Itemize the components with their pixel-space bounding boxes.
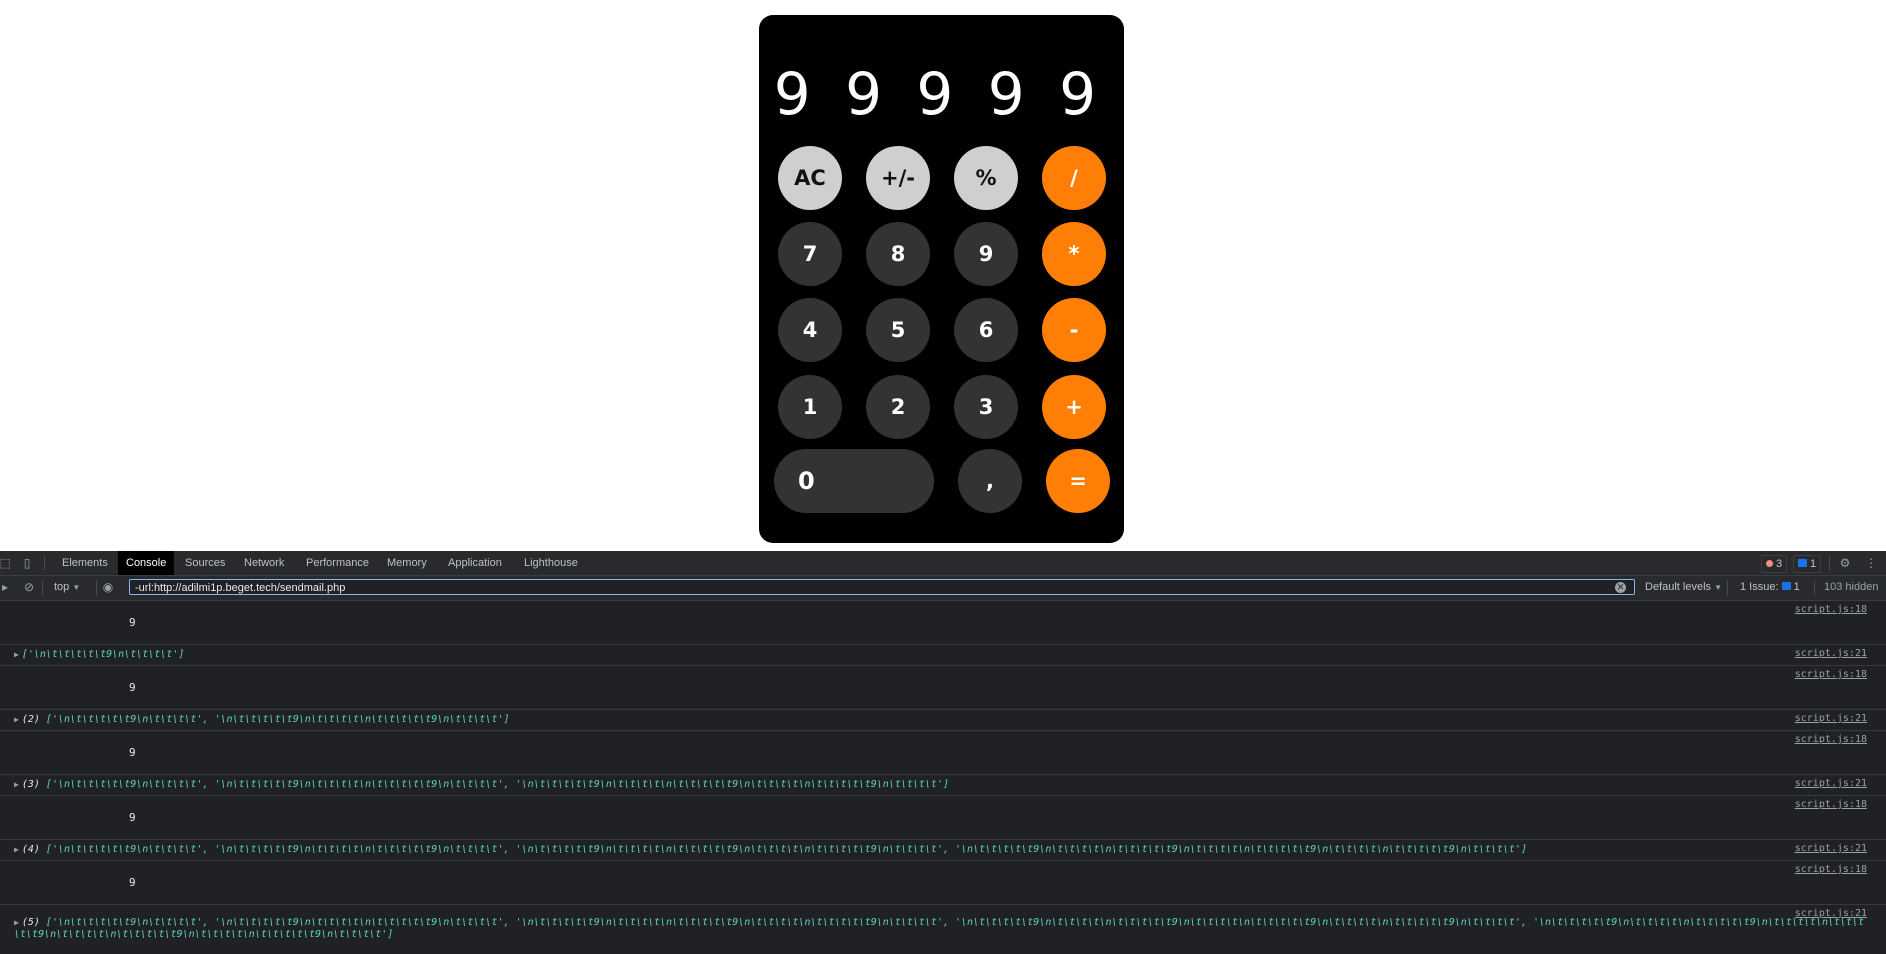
log-entry: 9 script.js:18 bbox=[0, 666, 1886, 710]
ac-button[interactable]: AC bbox=[778, 146, 842, 210]
subtract-button[interactable]: - bbox=[1042, 298, 1106, 362]
tab-performance[interactable]: Performance bbox=[298, 551, 377, 575]
digit-2-button[interactable]: 2 bbox=[866, 375, 930, 439]
source-link[interactable]: script.js:18 bbox=[1795, 799, 1867, 810]
errors-badge[interactable]: 3 bbox=[1761, 555, 1788, 573]
tab-console[interactable]: Console bbox=[118, 551, 175, 575]
source-link[interactable]: script.js:21 bbox=[1795, 713, 1867, 724]
messages-badge[interactable]: 1 bbox=[1793, 555, 1822, 573]
calculator-display: 9 9 9 9 9 bbox=[773, 60, 1104, 128]
clear-console-icon[interactable]: ⊘ bbox=[22, 580, 36, 594]
issues-button[interactable]: 1 Issue: 1 bbox=[1740, 581, 1800, 593]
tab-lighthouse[interactable]: Lighthouse bbox=[516, 551, 586, 575]
tab-network[interactable]: Network bbox=[236, 551, 292, 575]
source-link[interactable]: script.js:18 bbox=[1795, 604, 1867, 615]
sign-button[interactable]: +/- bbox=[866, 146, 930, 210]
issue-icon bbox=[1781, 582, 1791, 590]
inspect-element-icon[interactable]: ⬚ bbox=[0, 556, 12, 570]
clear-filter-icon[interactable]: ✕ bbox=[1615, 582, 1626, 593]
chevron-down-icon: ▼ bbox=[72, 583, 81, 592]
add-button[interactable]: + bbox=[1042, 375, 1106, 439]
log-entry: 9 script.js:18 bbox=[0, 601, 1886, 645]
log-levels-dropdown[interactable]: Default levels ▼ bbox=[1645, 581, 1722, 593]
divide-button[interactable]: / bbox=[1042, 146, 1106, 210]
log-entry[interactable]: ▶ (3) ['\n\t\t\t\t\t9\n\t\t\t\t', '\n\t\t… bbox=[0, 775, 1886, 796]
percent-button[interactable]: % bbox=[954, 146, 1018, 210]
devtools-tabbar: ⬚ ▯ Elements Console Sources Network Per… bbox=[0, 551, 1886, 576]
equals-button[interactable]: = bbox=[1046, 449, 1110, 513]
sidebar-toggle-icon[interactable]: ▸ bbox=[0, 580, 12, 594]
message-icon bbox=[1798, 559, 1807, 567]
digit-4-button[interactable]: 4 bbox=[778, 298, 842, 362]
log-entry: 9 script.js:18 bbox=[0, 731, 1886, 775]
chevron-down-icon: ▼ bbox=[1714, 583, 1723, 592]
expand-triangle-icon[interactable]: ▶ bbox=[14, 780, 19, 789]
log-entry[interactable]: ▶ (5) ['\n\t\t\t\t\t9\n\t\t\t\t', '\n\t\t… bbox=[0, 905, 1886, 945]
source-link[interactable]: script.js:21 bbox=[1795, 908, 1867, 919]
digit-6-button[interactable]: 6 bbox=[954, 298, 1018, 362]
log-entry: 9 script.js:18 bbox=[0, 796, 1886, 840]
log-entry[interactable]: ▶ ['\n\t\t\t\t\t9\n\t\t\t\t'] script.js:2… bbox=[0, 645, 1886, 666]
source-link[interactable]: script.js:21 bbox=[1795, 843, 1867, 854]
log-entry[interactable]: ▶ (2) ['\n\t\t\t\t\t9\n\t\t\t\t', '\n\t\t… bbox=[0, 710, 1886, 731]
devtools-panel: ⬚ ▯ Elements Console Sources Network Per… bbox=[0, 551, 1886, 954]
context-selector[interactable]: top ▼ bbox=[54, 581, 80, 593]
expand-triangle-icon[interactable]: ▶ bbox=[14, 650, 19, 659]
gear-icon[interactable]: ⚙ bbox=[1838, 556, 1852, 570]
error-icon bbox=[1766, 560, 1773, 567]
console-log: 9 script.js:18 ▶ ['\n\t\t\t\t\t9\n\t\t\t\… bbox=[0, 601, 1886, 945]
more-options-icon[interactable]: ⋮ bbox=[1864, 556, 1878, 570]
hidden-count: 103 hidden bbox=[1824, 581, 1879, 593]
expand-triangle-icon[interactable]: ▶ bbox=[14, 845, 19, 854]
tab-elements[interactable]: Elements bbox=[54, 551, 116, 575]
source-link[interactable]: script.js:18 bbox=[1795, 864, 1867, 875]
log-entry: 9 script.js:18 bbox=[0, 861, 1886, 905]
digit-8-button[interactable]: 8 bbox=[866, 222, 930, 286]
digit-7-button[interactable]: 7 bbox=[778, 222, 842, 286]
console-filter-input[interactable]: -url:http://adilmi1p.beget.tech/sendmail… bbox=[129, 579, 1635, 595]
tab-sources[interactable]: Sources bbox=[177, 551, 233, 575]
digit-3-button[interactable]: 3 bbox=[954, 375, 1018, 439]
eye-icon[interactable]: ◉ bbox=[101, 580, 115, 594]
digit-1-button[interactable]: 1 bbox=[778, 375, 842, 439]
device-toolbar-icon[interactable]: ▯ bbox=[20, 556, 34, 570]
comma-button[interactable]: , bbox=[958, 449, 1022, 513]
source-link[interactable]: script.js:18 bbox=[1795, 669, 1867, 680]
tab-application[interactable]: Application bbox=[440, 551, 510, 575]
expand-triangle-icon[interactable]: ▶ bbox=[14, 918, 19, 927]
source-link[interactable]: script.js:18 bbox=[1795, 734, 1867, 745]
console-toolbar: ▸ ⊘ top ▼ ◉ -url:http://adilmi1p.beget.t… bbox=[0, 576, 1886, 601]
log-entry[interactable]: ▶ (4) ['\n\t\t\t\t\t9\n\t\t\t\t', '\n\t\t… bbox=[0, 840, 1886, 861]
source-link[interactable]: script.js:21 bbox=[1795, 778, 1867, 789]
calculator: 9 9 9 9 9 AC +/- % / 7 8 9 * 4 5 6 - 1 2… bbox=[759, 15, 1124, 543]
expand-triangle-icon[interactable]: ▶ bbox=[14, 715, 19, 724]
tab-memory[interactable]: Memory bbox=[379, 551, 435, 575]
digit-5-button[interactable]: 5 bbox=[866, 298, 930, 362]
multiply-button[interactable]: * bbox=[1042, 222, 1106, 286]
digit-9-button[interactable]: 9 bbox=[954, 222, 1018, 286]
digit-0-button[interactable]: 0 bbox=[774, 449, 934, 513]
source-link[interactable]: script.js:21 bbox=[1795, 648, 1867, 659]
